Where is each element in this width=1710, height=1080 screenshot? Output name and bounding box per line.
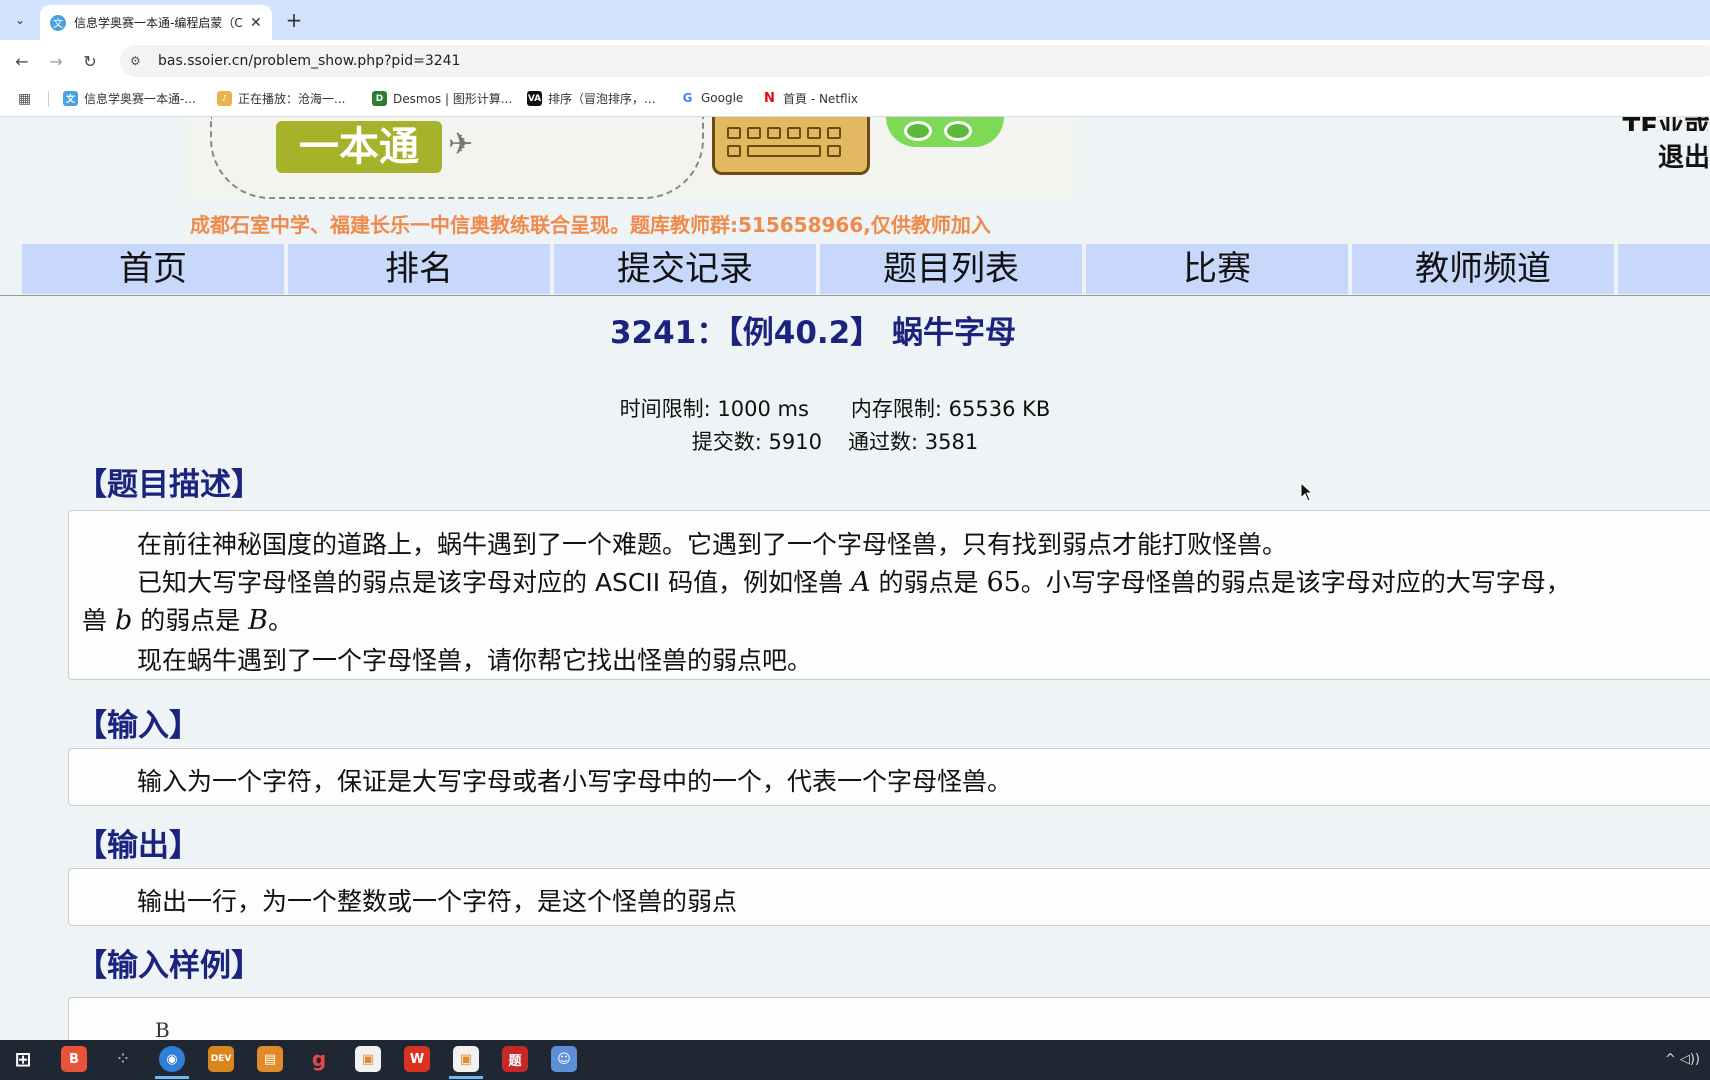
nav-contests[interactable]: 比赛 [1086, 244, 1348, 294]
math-var: b [114, 605, 133, 636]
time-limit: 时间限制: 1000 ms [619, 397, 809, 421]
memory-limit: 内存限制: 65536 KB [850, 397, 1051, 421]
bookmark-item[interactable]: VA 排序（冒泡排序，... [527, 90, 655, 107]
browser-tab-strip: ⌄ 文 信息学奥赛一本通-编程启蒙（C ✕ + [0, 0, 1710, 40]
music-favicon-icon: ♪ [217, 91, 232, 106]
description-line: 兽 b 的弱点是 B。 [82, 605, 294, 636]
bookmark-item[interactable]: 文 信息学奥赛一本通-... [63, 90, 196, 107]
site-banner: 一本通 ✈ [186, 117, 1076, 201]
bookmark-favicon-icon: 文 [63, 91, 78, 106]
tab-close-icon[interactable]: ✕ [250, 15, 262, 31]
bookmark-item[interactable]: G Google [680, 90, 743, 105]
system-tray[interactable]: ^ ◁)) [1665, 1052, 1700, 1067]
description-heading: 【题目描述】 [76, 467, 262, 503]
output-description: 输出一行，为一个整数或一个字符，是这个怪兽的弱点 [137, 887, 738, 916]
address-url[interactable]: bas.ssoier.cn/problem_show.php?pid=3241 [158, 53, 460, 69]
desmos-favicon-icon: D [372, 91, 387, 106]
problem-limits: 时间限制: 1000 ms 内存限制: 65536 KB [0, 393, 1670, 423]
math-number: 65 [986, 567, 1021, 598]
description-box: 在前往神秘国度的道路上，蜗牛遇到了一个难题。它遇到了一个字母怪兽，只有找到弱点才… [68, 510, 1710, 680]
nav-more[interactable] [1618, 244, 1710, 294]
problem-stats: 提交数: 5910 通过数: 3581 [0, 426, 1670, 456]
user-area: TF业或 退出 [1590, 117, 1710, 174]
site-info-icon[interactable]: ⚙ [130, 54, 148, 68]
visualgo-favicon-icon: VA [527, 91, 542, 106]
new-tab-icon[interactable]: + [280, 6, 308, 34]
submission-count: 提交数: 5910 [691, 430, 822, 454]
problem-app-icon[interactable]: 题 [502, 1046, 528, 1072]
sample-input-text[interactable]: B [155, 1018, 170, 1040]
windows-start-icon[interactable]: ⊞ [10, 1046, 36, 1072]
site-slogan: 成都石室中学、福建长乐一中信奥教练联合呈现。题库教师群:515658966,仅供… [190, 213, 991, 237]
logout-link[interactable]: 退出 [1590, 137, 1710, 174]
forward-arrow-icon[interactable]: → [44, 49, 68, 73]
wps-icon[interactable]: W [404, 1046, 430, 1072]
output-box: 输出一行，为一个整数或一个字符，是这个怪兽的弱点 [68, 868, 1710, 926]
address-bar[interactable]: ⚙ bas.ssoier.cn/problem_show.php?pid=324… [120, 45, 1710, 77]
windows-taskbar: ⊞ B ⁘ ◉ DEV ▤ g ▣ W ▣ 题 ☺ ^ ◁)) [0, 1040, 1710, 1080]
site-favicon-icon: 文 [50, 14, 66, 31]
accepted-count: 通过数: 3581 [848, 430, 979, 454]
user-name[interactable]: TF业或 [1590, 117, 1710, 131]
nav-teacher-channel[interactable]: 教师频道 [1352, 244, 1614, 294]
browser-toolbar: ← → ↻ ⚙ bas.ssoier.cn/problem_show.php?p… [0, 40, 1710, 82]
page-viewport: 一本通 ✈ TF业或 退出 成都石室中学、福建长乐一中信奥教练联合呈现。题库教师… [0, 117, 1710, 1040]
cartoon-eyes-icon [886, 117, 1004, 147]
app-icon[interactable]: ▣ [355, 1046, 381, 1072]
dots-app-icon[interactable]: ⁘ [110, 1046, 136, 1072]
output-heading: 【输出】 [76, 828, 200, 864]
nav-ranking[interactable]: 排名 [288, 244, 550, 294]
mouse-cursor-icon [1300, 482, 1314, 502]
paper-plane-icon: ✈ [448, 127, 474, 162]
app-icon[interactable]: ▤ [257, 1046, 283, 1072]
problem-title: 3241：【例40.2】 蜗牛字母 [609, 315, 1017, 351]
chrome-icon[interactable]: ◉ [159, 1046, 185, 1072]
tab-search-icon[interactable]: ⌄ [7, 7, 33, 33]
sample-input-box[interactable]: B [68, 997, 1710, 1040]
bookmark-item[interactable]: N 首頁 - Netflix [762, 90, 858, 107]
input-box: 输入为一个字符，保证是大写字母或者小写字母中的一个，代表一个字母怪兽。 [68, 748, 1710, 806]
avatar-app-icon[interactable]: ☺ [551, 1046, 577, 1072]
active-app-indicator [155, 1076, 189, 1079]
browser-tab-active[interactable]: 文 信息学奥赛一本通-编程启蒙（C ✕ [40, 5, 272, 40]
sample-input-heading: 【输入样例】 [76, 948, 262, 984]
bookmark-item[interactable]: ♪ 正在播放：沧海一... [217, 90, 345, 107]
description-line: 已知大写字母怪兽的弱点是该字母对应的 ASCII 码值，例如怪兽 A 的弱点是 … [137, 567, 1571, 598]
brave-browser-icon[interactable]: B [61, 1046, 87, 1072]
reload-icon[interactable]: ↻ [78, 49, 102, 73]
input-heading: 【输入】 [76, 708, 200, 744]
description-line: 在前往神秘国度的道路上，蜗牛遇到了一个难题。它遇到了一个字母怪兽，只有找到弱点才… [137, 530, 1288, 559]
bookmarks-separator [48, 91, 49, 107]
nav-problem-list[interactable]: 题目列表 [820, 244, 1082, 294]
site-logo[interactable]: 一本通 [276, 121, 442, 173]
nav-divider [0, 295, 1710, 296]
apps-grid-icon[interactable]: ▦ [18, 91, 31, 107]
math-var: B [248, 605, 268, 636]
main-nav: 首页 排名 提交记录 题目列表 比赛 教师频道 [22, 244, 1710, 294]
tab-title: 信息学奥赛一本通-编程启蒙（C [74, 16, 243, 30]
active-app-indicator [449, 1076, 483, 1079]
app-icon[interactable]: g [306, 1046, 332, 1072]
description-line: 现在蜗牛遇到了一个字母怪兽，请你帮它找出怪兽的弱点吧。 [137, 646, 813, 675]
keyboard-icon [712, 117, 870, 175]
input-description: 输入为一个字符，保证是大写字母或者小写字母中的一个，代表一个字母怪兽。 [137, 767, 1013, 796]
google-favicon-icon: G [680, 90, 695, 105]
back-arrow-icon[interactable]: ← [10, 49, 34, 73]
devcpp-icon[interactable]: DEV [208, 1046, 234, 1072]
nav-submissions[interactable]: 提交记录 [554, 244, 816, 294]
nav-home[interactable]: 首页 [22, 244, 284, 294]
math-var: A [851, 567, 871, 598]
netflix-favicon-icon: N [762, 91, 777, 106]
bookmarks-bar: ▦ 文 信息学奥赛一本通-... ♪ 正在播放：沧海一... D Desmos … [0, 82, 1710, 117]
app-icon[interactable]: ▣ [453, 1046, 479, 1072]
bookmark-item[interactable]: D Desmos | 图形计算... [372, 90, 512, 107]
